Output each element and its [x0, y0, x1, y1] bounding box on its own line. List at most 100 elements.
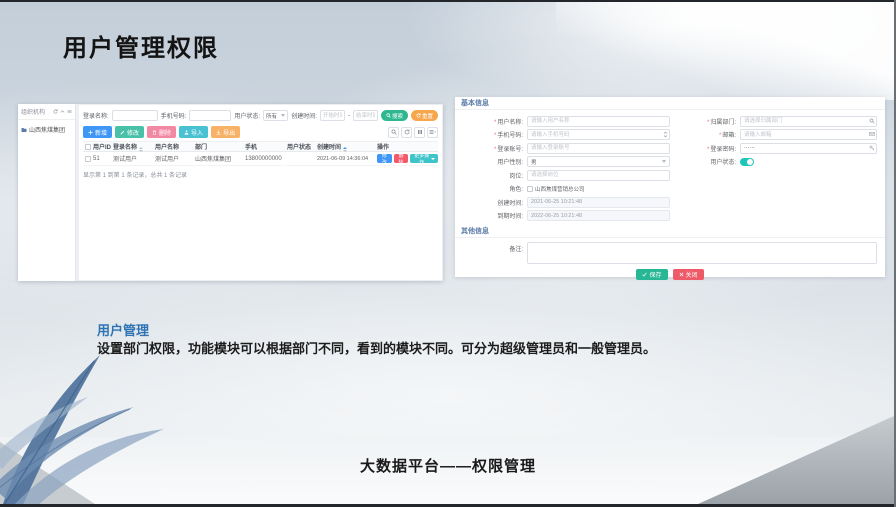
status-select[interactable]: 所有 — [263, 110, 288, 121]
slide-top-border — [0, 0, 896, 2]
user-name-field[interactable] — [527, 116, 670, 127]
refresh-icon[interactable] — [53, 109, 58, 114]
search-button[interactable]: 搜索 — [381, 110, 408, 121]
import-button[interactable]: 导入 — [179, 126, 208, 138]
row-checkbox[interactable] — [85, 156, 91, 162]
view-options-icon[interactable] — [427, 127, 438, 138]
expire-time-label: 到期时间: — [463, 211, 527, 220]
start-time-input[interactable] — [320, 110, 345, 121]
dept-label: *归属部门: — [670, 117, 740, 126]
role-label: 角色: — [463, 184, 527, 193]
phone-number-field[interactable] — [527, 129, 670, 140]
section-heading: 用户管理 — [97, 320, 149, 339]
password-field[interactable] — [740, 143, 877, 154]
chevron-up-icon[interactable] — [60, 109, 65, 114]
user-form-screenshot: 基本信息 *用户名称: *手机号码: *登录账号: 用户性别: — [455, 97, 885, 277]
search-toggle-icon[interactable] — [388, 127, 399, 138]
save-button[interactable]: 保存 — [636, 269, 667, 280]
corner-highlight-decoration — [556, 0, 896, 100]
select-all-checkbox[interactable] — [85, 144, 91, 150]
export-icon — [216, 130, 221, 135]
user-table: 用户ID 登录名称 用户名称 部门 手机 用户状态 创建时间 操作 51 测试用… — [83, 141, 438, 166]
folder-icon — [21, 127, 27, 133]
columns-icon[interactable] — [414, 127, 425, 138]
trash-icon — [152, 130, 157, 135]
col-user-id: 用户ID — [93, 142, 113, 151]
close-button[interactable]: 关闭 — [673, 269, 704, 280]
search-bar: 登录名称: 手机号码: 用户状态: 所有 创建时间: - 搜索 — [79, 105, 442, 125]
table-header-row: 用户ID 登录名称 用户名称 部门 手机 用户状态 创建时间 操作 — [83, 141, 438, 152]
email-label: *邮箱: — [670, 130, 740, 139]
palm-leaf-decoration — [0, 339, 227, 507]
tree-node-label: 山西焦煤集团 — [29, 125, 65, 134]
cell-user-name: 测试用户 — [155, 154, 195, 163]
page-title: 用户管理权限 — [63, 28, 219, 63]
key-icon — [869, 145, 875, 151]
basic-info-section-title: 基本信息 — [455, 97, 885, 110]
col-phone: 手机 — [245, 142, 287, 151]
menu-icon[interactable] — [67, 109, 72, 114]
sort-icon-active — [343, 147, 347, 152]
search-icon[interactable] — [869, 118, 875, 124]
cell-login-name: 测试用户 — [113, 154, 155, 163]
col-created[interactable]: 创建时间 — [317, 142, 377, 152]
row-delete-button[interactable]: 删除 — [394, 154, 409, 163]
cell-user-id: 51 — [93, 156, 113, 162]
refresh-table-icon[interactable] — [401, 127, 412, 138]
post-field[interactable] — [527, 170, 670, 181]
reset-button[interactable]: 重置 — [411, 110, 438, 121]
end-time-input[interactable] — [353, 110, 378, 121]
expire-time-field — [527, 210, 670, 221]
user-list-panel: 登录名称: 手机号码: 用户状态: 所有 创建时间: - 搜索 — [78, 104, 443, 281]
form-actions: 保存 关闭 — [455, 269, 885, 280]
col-login-name[interactable]: 登录名称 — [113, 142, 155, 152]
remark-label: 备注: — [463, 242, 527, 253]
login-account-field[interactable] — [527, 143, 670, 154]
record-summary: 显示第 1 到第 1 条记录，总共 1 条记录 — [79, 166, 442, 183]
password-label: *登录密码: — [670, 144, 740, 153]
remark-textarea[interactable] — [527, 242, 877, 264]
cell-created: 2021-06-09 14:36:04 — [317, 156, 377, 162]
login-account-label: *登录账号: — [463, 144, 527, 153]
delete-button[interactable]: 删除 — [147, 126, 176, 138]
status-label: 用户状态: — [234, 111, 260, 120]
import-icon — [184, 130, 189, 135]
mail-icon — [869, 131, 875, 137]
sort-icon — [139, 147, 143, 152]
gender-select[interactable]: 男 — [527, 156, 670, 167]
add-button[interactable]: 新增 — [83, 126, 112, 138]
role-checkbox[interactable] — [527, 186, 533, 192]
row-more-button[interactable]: 更多操作 — [410, 154, 438, 163]
org-tree-sidebar: 组织机构 山西焦煤集团 — [18, 104, 76, 281]
col-actions: 操作 — [377, 142, 438, 151]
table-toolbar: 新增 修改 删除 导入 导出 — [79, 125, 442, 141]
edit-button[interactable]: 修改 — [115, 126, 144, 138]
cell-dept: 山西焦煤集团 — [195, 154, 245, 163]
spinner-icon[interactable] — [663, 131, 668, 138]
phone-number-label: *手机号码: — [463, 130, 527, 139]
tree-node-company[interactable]: 山西焦煤集团 — [18, 120, 75, 139]
slide-footer-title: 大数据平台——权限管理 — [0, 455, 896, 476]
chevron-down-icon — [281, 114, 285, 117]
created-time-label: 创建时间: — [463, 198, 527, 207]
range-dash: - — [348, 113, 350, 119]
phone-input[interactable] — [189, 110, 231, 121]
other-info-section-title: 其他信息 — [455, 225, 885, 238]
form-left-column: *用户名称: *手机号码: *登录账号: 用户性别: 男 岗位: — [463, 115, 670, 223]
sidebar-title: 组织机构 — [21, 107, 45, 116]
chevron-down-icon — [431, 158, 435, 160]
gender-label: 用户性别: — [463, 157, 527, 166]
login-name-input[interactable] — [112, 110, 158, 121]
row-edit-button[interactable]: 修改 — [377, 154, 392, 163]
email-field[interactable] — [740, 129, 877, 140]
created-time-field — [527, 197, 670, 208]
dept-field[interactable] — [740, 116, 877, 127]
col-dept: 部门 — [195, 142, 245, 151]
user-status-toggle[interactable] — [740, 158, 754, 166]
post-label: 岗位: — [463, 171, 527, 180]
phone-label: 手机号码: — [161, 111, 187, 120]
status-select-value: 所有 — [266, 112, 277, 120]
role-checkbox-option[interactable]: 山西焦煤营销总公司 — [527, 185, 585, 193]
chevron-down-icon — [662, 160, 666, 163]
export-button[interactable]: 导出 — [211, 126, 240, 138]
